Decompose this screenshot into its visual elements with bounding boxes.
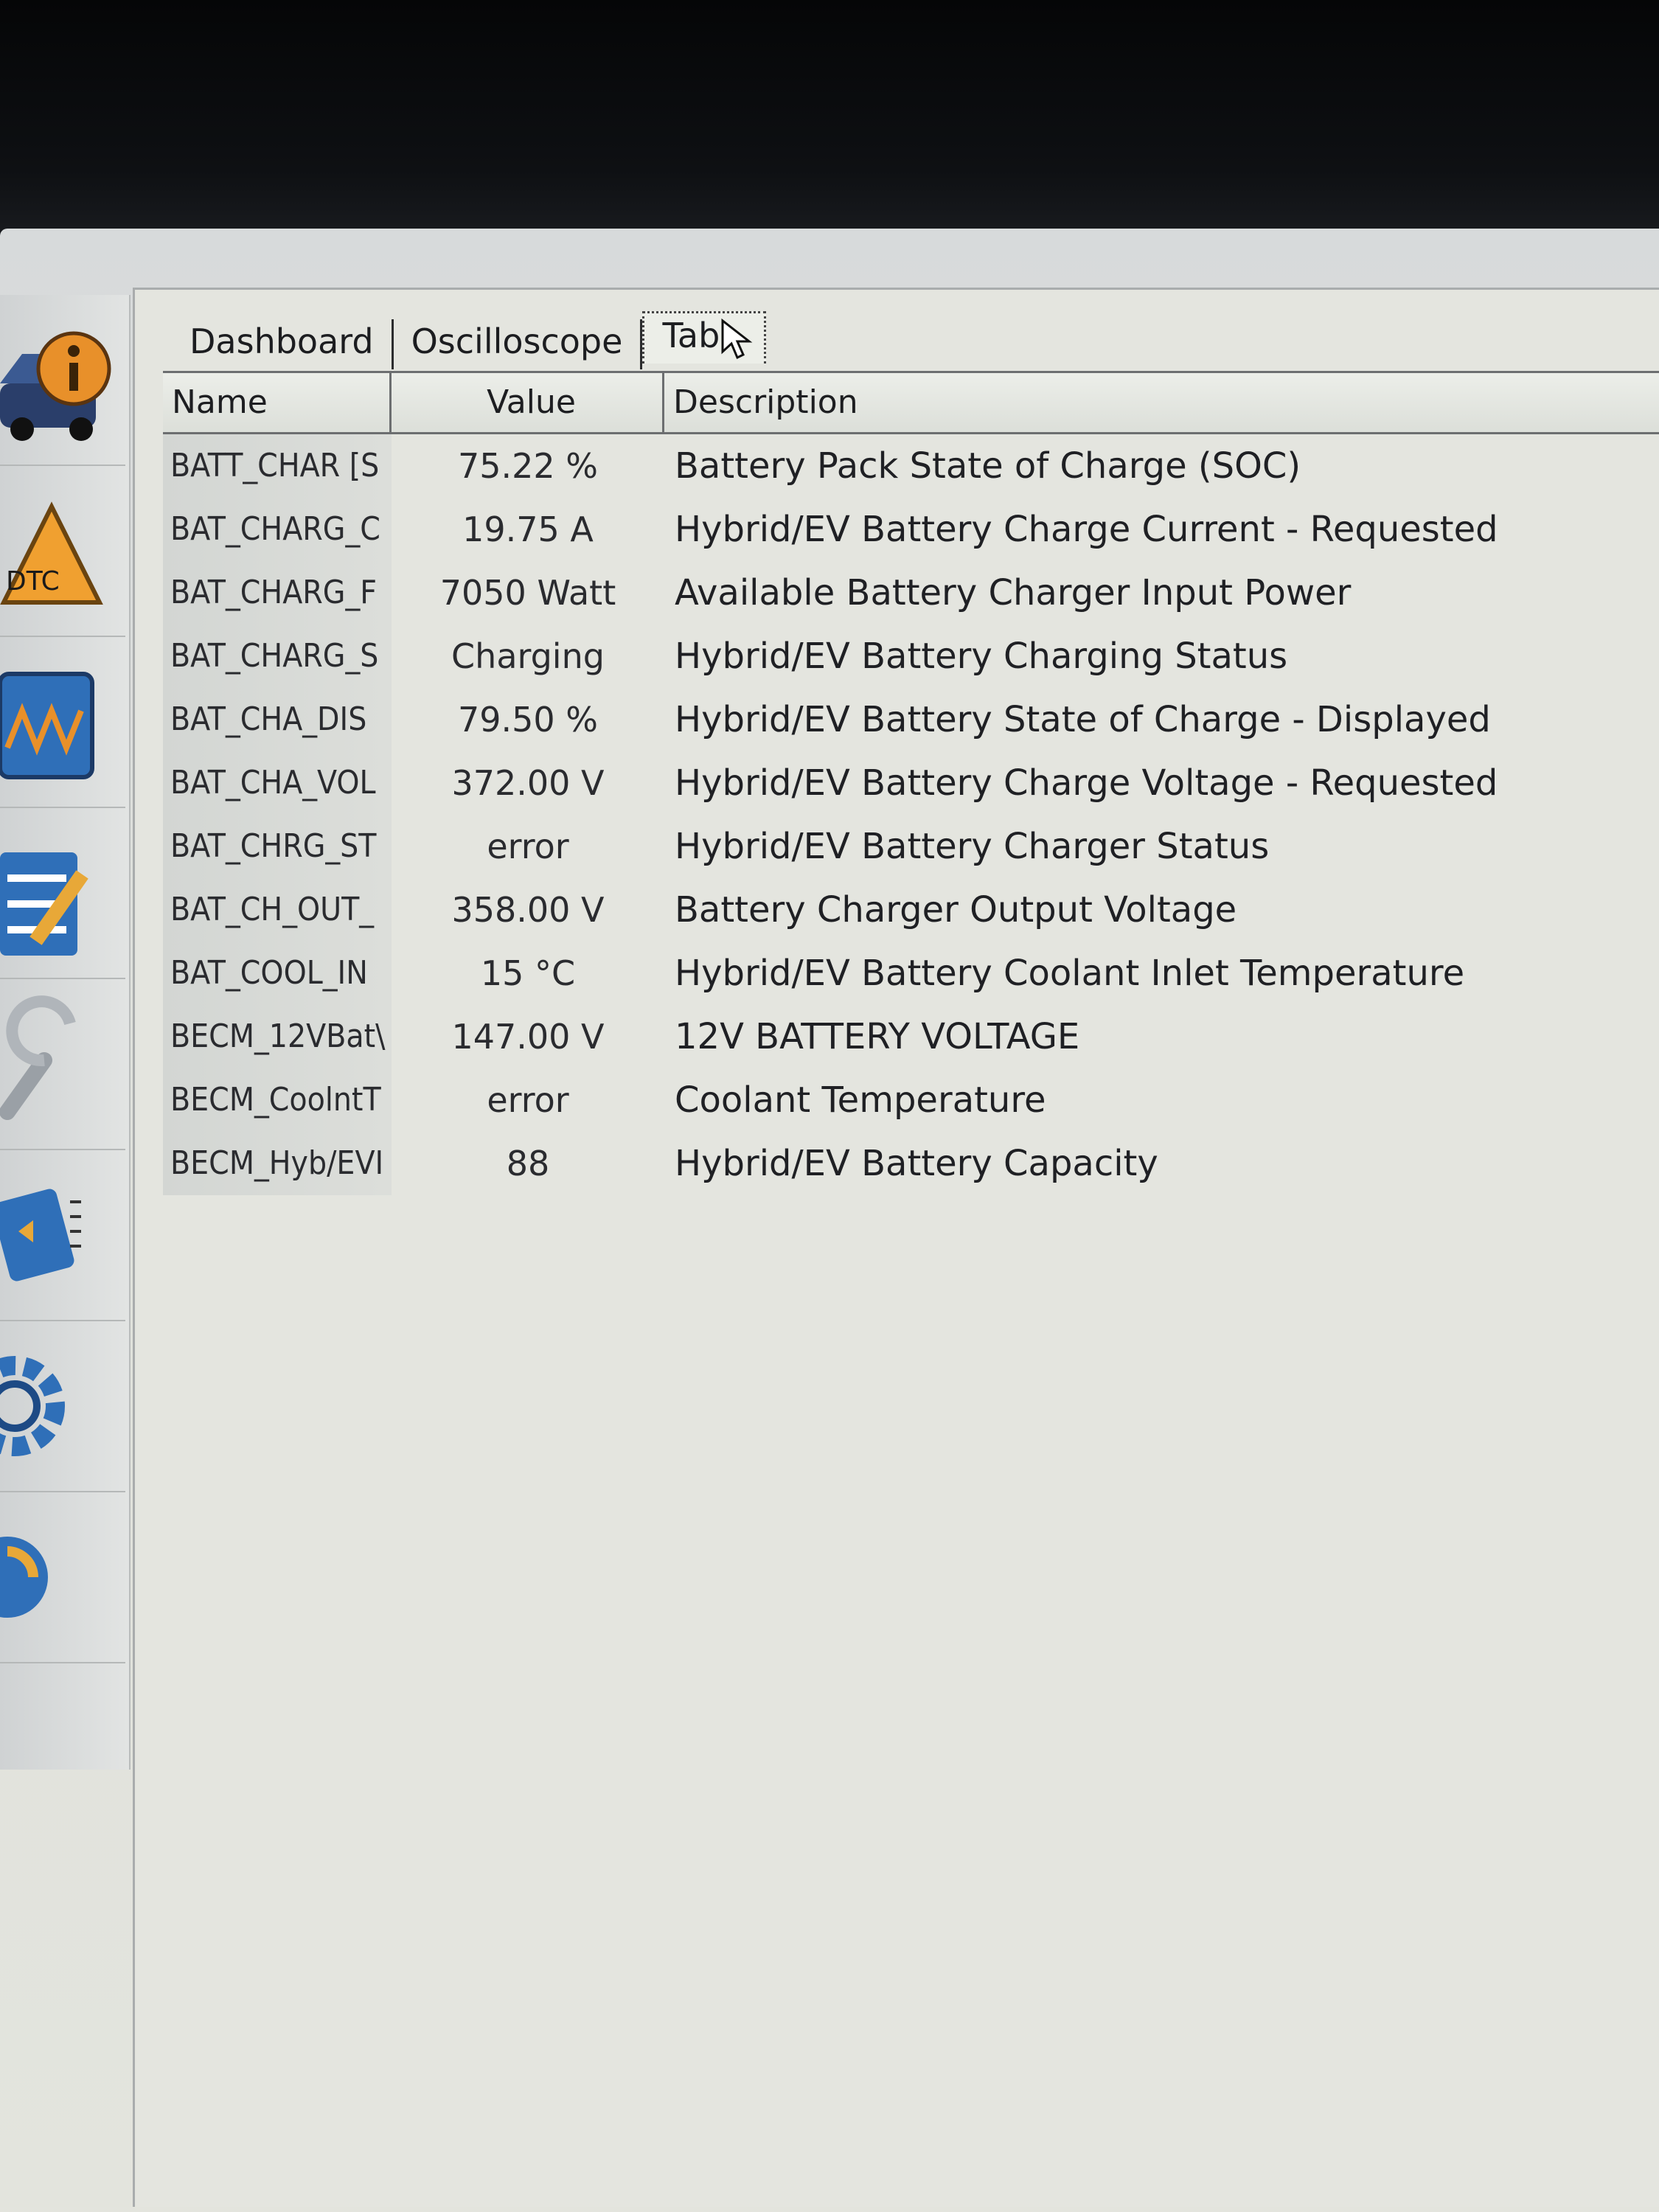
table-header: Name Value Description <box>163 371 1659 434</box>
checklist-icon <box>0 852 88 956</box>
table-row[interactable]: BECM_12VBat\ 147.00 V 12V BATTERY VOLTAG… <box>163 1005 1659 1068</box>
wrench-icon <box>0 995 76 1120</box>
table-row[interactable]: BAT_CHARG_C 19.75 A Hybrid/EV Battery Ch… <box>163 498 1659 561</box>
table-row[interactable]: BAT_CH_OUT_ 358.00 V Battery Charger Out… <box>163 878 1659 942</box>
cell-name: BECM_CoolntT <box>163 1068 392 1132</box>
cell-name: BAT_CHA_DIS <box>163 688 392 751</box>
cell-value: 358.00 V <box>451 890 605 930</box>
cell-name: BATT_CHAR [S <box>163 434 392 498</box>
cell-name: BAT_CHARG_F <box>163 561 392 625</box>
cell-name: BAT_CH_OUT_ <box>163 878 392 942</box>
cell-name: BAT_COOL_IN <box>163 942 392 1005</box>
cell-description: Hybrid/EV Battery Charger Status <box>675 826 1270 867</box>
chip-icon <box>0 1189 81 1281</box>
cell-name: BECM_12VBat\ <box>163 1005 392 1068</box>
table-row[interactable]: BECM_Hyb/EVI 88 Hybrid/EV Battery Capaci… <box>163 1132 1659 1195</box>
toolbar-update[interactable] <box>0 1492 125 1663</box>
cell-value: 19.75 A <box>462 509 594 549</box>
cell-value: 147.00 V <box>451 1017 605 1057</box>
cell-description: Hybrid/EV Battery State of Charge - Disp… <box>675 699 1491 740</box>
tab-table-label: Tab <box>662 316 720 355</box>
cell-name: BECM_Hyb/EVI <box>163 1132 392 1195</box>
column-header-value[interactable]: Value <box>392 373 664 432</box>
cell-description: Coolant Temperature <box>675 1079 1046 1121</box>
tab-oscilloscope[interactable]: Oscilloscope <box>394 319 643 369</box>
toolbar-dtc[interactable]: DTC <box>0 466 125 637</box>
column-header-name[interactable]: Name <box>163 373 392 432</box>
cell-description: Hybrid/EV Battery Coolant Inlet Temperat… <box>675 953 1465 994</box>
table-row[interactable]: BECM_CoolntT error Coolant Temperature <box>163 1068 1659 1132</box>
table-row[interactable]: BAT_CHARG_S Charging Hybrid/EV Battery C… <box>163 625 1659 688</box>
cell-name: BAT_CHARG_C <box>163 498 392 561</box>
car-info-icon <box>0 331 111 441</box>
cell-description: Available Battery Charger Input Power <box>675 572 1352 613</box>
table-row[interactable]: BAT_CHA_VOL 372.00 V Hybrid/EV Battery C… <box>163 751 1659 815</box>
table-row[interactable]: BAT_CHA_DIS 79.50 % Hybrid/EV Battery St… <box>163 688 1659 751</box>
cell-name: BAT_CHRG_ST <box>163 815 392 878</box>
tab-dashboard[interactable]: Dashboard <box>172 319 394 369</box>
cell-value: 75.22 % <box>457 446 599 486</box>
app-window: DTC Dashboard Oscilloscope Tab Name Valu… <box>0 229 1659 2212</box>
column-header-description[interactable]: Description <box>664 373 1659 432</box>
svg-text:DTC: DTC <box>6 566 60 597</box>
monitor-bezel <box>0 0 1659 243</box>
cell-value: 15 °C <box>480 953 576 993</box>
gear-icon <box>0 1356 65 1456</box>
toolbar-vehicle-info[interactable] <box>0 295 125 466</box>
toolbar-checklist[interactable] <box>0 808 125 979</box>
table-row[interactable]: BAT_CHARG_F 7050 Watt Available Battery … <box>163 561 1659 625</box>
cell-value: Charging <box>451 636 605 676</box>
toolbar-oscilloscope[interactable] <box>0 637 125 808</box>
table-row[interactable]: BATT_CHAR [S 75.22 % Battery Pack State … <box>163 434 1659 498</box>
cell-value: 7050 Watt <box>439 573 616 613</box>
mouse-cursor-icon <box>721 318 753 360</box>
cell-description: Hybrid/EV Battery Charge Voltage - Reque… <box>675 762 1498 804</box>
update-icon <box>0 1537 48 1618</box>
table-row[interactable]: BAT_CHRG_ST error Hybrid/EV Battery Char… <box>163 815 1659 878</box>
oscilloscope-icon <box>0 672 94 779</box>
toolbar-module[interactable] <box>0 1150 125 1321</box>
toolbar-tools[interactable] <box>0 979 125 1150</box>
cell-description: Hybrid/EV Battery Capacity <box>675 1143 1158 1184</box>
dtc-warning-icon: DTC <box>0 501 103 605</box>
cell-value: 88 <box>506 1144 550 1183</box>
tab-bar: Dashboard Oscilloscope Tab <box>172 303 767 369</box>
table-row[interactable]: BAT_COOL_IN 15 °C Hybrid/EV Battery Cool… <box>163 942 1659 1005</box>
tab-table[interactable]: Tab <box>642 311 767 364</box>
cell-description: Battery Pack State of Charge (SOC) <box>675 445 1301 487</box>
cell-value: error <box>487 827 569 866</box>
cell-description: Battery Charger Output Voltage <box>675 889 1237 931</box>
cell-description: 12V BATTERY VOLTAGE <box>675 1016 1080 1057</box>
cell-value: 79.50 % <box>457 700 599 740</box>
cell-name: BAT_CHARG_S <box>163 625 392 688</box>
side-toolbar: DTC <box>0 295 131 1770</box>
main-panel: Dashboard Oscilloscope Tab Name Value De… <box>133 288 1659 2207</box>
cell-description: Hybrid/EV Battery Charge Current - Reque… <box>675 509 1498 550</box>
cell-name: BAT_CHA_VOL <box>163 751 392 815</box>
toolbar-settings[interactable] <box>0 1321 125 1492</box>
cell-value: error <box>487 1080 569 1120</box>
cell-description: Hybrid/EV Battery Charging Status <box>675 636 1288 677</box>
cell-value: 372.00 V <box>451 763 605 803</box>
parameters-table: Name Value Description BATT_CHAR [S 75.2… <box>163 371 1659 1195</box>
